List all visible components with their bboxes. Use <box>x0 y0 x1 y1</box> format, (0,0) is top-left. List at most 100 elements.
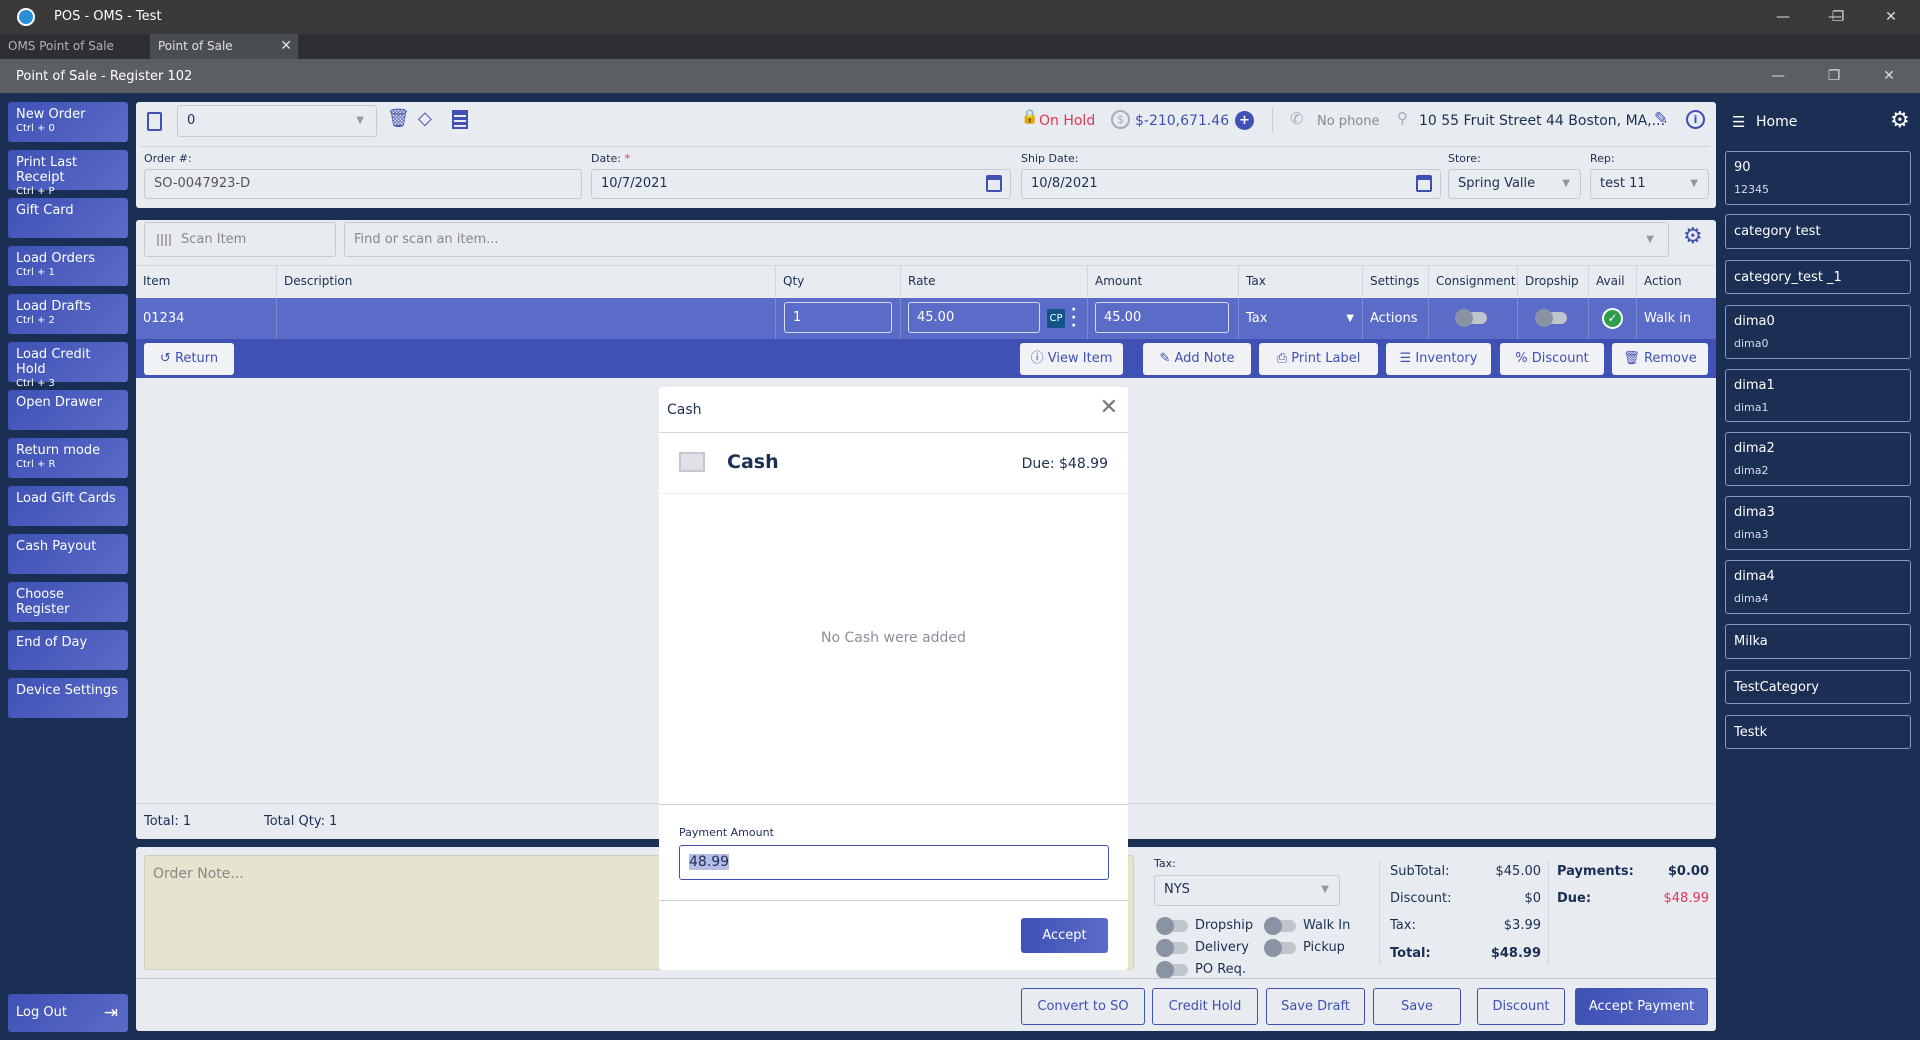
qty-input[interactable]: 1 <box>784 302 892 333</box>
nav-button-load-orders[interactable]: Load Orders Ctrl + 1 <box>8 246 128 286</box>
find-item-search[interactable]: Find or scan an item... ▼ <box>344 222 1669 257</box>
inventory-button[interactable]: ☰ Inventory <box>1386 343 1491 375</box>
toggle-switch[interactable] <box>1156 917 1188 935</box>
add-circle-icon[interactable]: + <box>1235 111 1254 130</box>
convert-to-so-button[interactable]: Convert to SO <box>1021 988 1145 1025</box>
column-header-consignment[interactable]: Consignment <box>1428 266 1517 297</box>
tax-select[interactable]: Tax ▼ <box>1238 298 1362 339</box>
toggle-switch[interactable] <box>1156 961 1188 979</box>
nav-button-end-of-day[interactable]: End of Day <box>8 630 128 670</box>
nav-button-open-drawer[interactable]: Open Drawer <box>8 390 128 430</box>
window-min-button[interactable]: — <box>1760 0 1806 34</box>
empty-message: No Cash were added <box>821 630 966 646</box>
credit-hold-button[interactable]: Credit Hold <box>1152 988 1258 1025</box>
inner-restore-button[interactable]: ❐ <box>1811 59 1857 93</box>
column-header-amount[interactable]: Amount <box>1087 266 1238 297</box>
nav-button-load-credit-hold[interactable]: Load Credit Hold Ctrl + 3 <box>8 342 128 389</box>
window-max-button[interactable]: ❐ <box>1815 0 1861 34</box>
nav-button-gift-card[interactable]: Gift Card <box>8 198 128 238</box>
actions-cell[interactable]: Actions <box>1362 298 1428 339</box>
column-header-action[interactable]: Action <box>1636 266 1716 297</box>
accept-payment-button[interactable]: Accept Payment <box>1575 988 1708 1025</box>
close-icon[interactable]: ✕ <box>1100 395 1118 420</box>
scan-item-input[interactable]: Scan Item <box>144 222 336 257</box>
nav-button-new-order[interactable]: New Order Ctrl + 0 <box>8 102 128 142</box>
customer-select[interactable]: 0 ▼ <box>177 105 377 137</box>
consignment-toggle[interactable] <box>1455 309 1487 327</box>
toggle-switch[interactable] <box>1156 939 1188 957</box>
calendar-icon[interactable] <box>986 175 1002 192</box>
nav-button-load-drafts[interactable]: Load Drafts Ctrl + 2 <box>8 294 128 334</box>
nav-button-cash-payout[interactable]: Cash Payout <box>8 534 128 574</box>
home-label[interactable]: Home <box>1756 114 1797 130</box>
column-header-avail[interactable]: Avail <box>1588 266 1636 297</box>
window-close-button[interactable]: ✕ <box>1868 0 1914 34</box>
column-header-rate[interactable]: Rate <box>900 266 1087 297</box>
rep-select[interactable]: test 11 ▼ <box>1590 169 1709 199</box>
column-header-qty[interactable]: Qty <box>775 266 900 297</box>
settings-gear-icon[interactable]: ⚙ <box>1890 108 1910 133</box>
logout-button[interactable]: Log Out ⇥ <box>8 994 128 1032</box>
category-item[interactable]: category_test _1 <box>1725 260 1911 294</box>
nav-button-choose-register[interactable]: Choose Register <box>8 582 128 622</box>
view-item-button[interactable]: ⓘ View Item <box>1020 343 1123 375</box>
info-icon[interactable]: i <box>1686 110 1705 129</box>
amount-input[interactable]: 45.00 <box>1095 302 1229 333</box>
order-number-field[interactable]: SO-0047923-D <box>144 169 582 199</box>
toggle-switch[interactable] <box>1264 917 1296 935</box>
category-item[interactable]: 90 12345 <box>1725 151 1911 205</box>
toggle-switch[interactable] <box>1264 939 1296 957</box>
tag-icon[interactable]: ◇ <box>418 108 432 129</box>
accept-button[interactable]: Accept <box>1021 918 1108 953</box>
return-button[interactable]: ↺ Return <box>144 343 234 375</box>
tab-label: OMS Point of Sale <box>8 39 114 53</box>
tab-point-of-sale[interactable]: Point of Sale ✕ <box>150 34 298 59</box>
menu-icon[interactable]: ☰ <box>1732 113 1745 131</box>
dropship-toggle[interactable] <box>1535 309 1567 327</box>
calendar-icon[interactable] <box>1416 175 1432 192</box>
edit-pencil-icon[interactable]: ✎ <box>1654 109 1668 129</box>
column-header-description[interactable]: Description <box>276 266 775 297</box>
category-item[interactable]: category test <box>1725 214 1911 249</box>
nav-label: Print Last Receipt <box>16 155 78 185</box>
category-item[interactable]: dima4 dima4 <box>1725 560 1911 614</box>
category-item[interactable]: Milka <box>1725 624 1911 659</box>
remove-button[interactable]: 🗑 Remove <box>1612 343 1708 375</box>
rate-input[interactable]: 45.00 <box>908 302 1040 333</box>
column-header-tax[interactable]: Tax <box>1238 266 1362 297</box>
settings-gear-icon[interactable]: ⚙ <box>1683 224 1703 249</box>
close-tab-icon[interactable]: ✕ <box>280 34 292 59</box>
nav-button-device-settings[interactable]: Device Settings <box>8 678 128 718</box>
category-item[interactable]: dima1 dima1 <box>1725 369 1911 422</box>
column-header-settings[interactable]: Settings <box>1362 266 1428 297</box>
more-vert-icon[interactable]: · · · <box>1071 303 1076 333</box>
payment-amount-input[interactable]: 48.99 <box>679 845 1109 880</box>
inner-close-button[interactable]: ✕ <box>1866 59 1912 93</box>
tab-oms-point-of-sale[interactable]: OMS Point of Sale <box>0 34 148 59</box>
customer-icon[interactable] <box>147 112 162 131</box>
add-note-button[interactable]: ✎ Add Note <box>1143 343 1251 375</box>
date-field[interactable]: 10/7/2021 <box>591 169 1011 199</box>
discount-button[interactable]: Discount <box>1477 988 1565 1025</box>
receipt-icon[interactable] <box>452 110 468 129</box>
nav-button-return-mode[interactable]: Return mode Ctrl + R <box>8 438 128 478</box>
cp-badge[interactable]: CP <box>1047 309 1065 328</box>
column-header-item[interactable]: Item <box>136 266 276 297</box>
discount-row-button[interactable]: % Discount <box>1500 343 1604 375</box>
inner-minimize-button[interactable]: — <box>1755 59 1801 93</box>
category-item[interactable]: Testk <box>1725 715 1911 749</box>
category-item[interactable]: TestCategory <box>1725 670 1911 704</box>
store-select[interactable]: Spring Valle ▼ <box>1448 169 1581 199</box>
nav-button-print-last-receipt[interactable]: Print Last Receipt Ctrl + P <box>8 150 128 197</box>
column-header-dropship[interactable]: Dropship <box>1517 266 1588 297</box>
save-draft-button[interactable]: Save Draft <box>1266 988 1365 1025</box>
category-item[interactable]: dima2 dima2 <box>1725 432 1911 486</box>
category-item[interactable]: dima0 dima0 <box>1725 305 1911 359</box>
nav-button-load-gift-cards[interactable]: Load Gift Cards <box>8 486 128 526</box>
ship-date-field[interactable]: 10/8/2021 <box>1021 169 1441 199</box>
print-label-button[interactable]: ⎙ Print Label <box>1259 343 1378 375</box>
tax-region-select[interactable]: NYS ▼ <box>1154 875 1340 906</box>
save-button[interactable]: Save <box>1373 988 1461 1025</box>
trash-icon[interactable]: 🗑 <box>387 108 410 129</box>
category-item[interactable]: dima3 dima3 <box>1725 496 1911 550</box>
